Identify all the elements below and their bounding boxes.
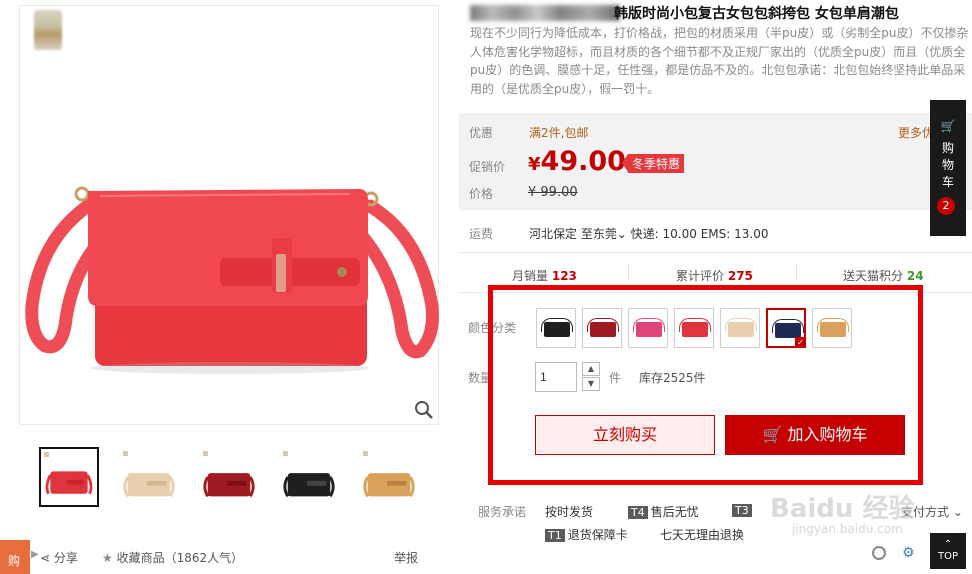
color-swatch-black[interactable]: [536, 308, 576, 348]
service-t3[interactable]: T3: [732, 503, 755, 517]
cart-icon: 🛒: [762, 425, 783, 444]
service-return-card[interactable]: T1 退货保障卡: [545, 526, 628, 543]
cart-count-badge: 2: [937, 197, 955, 215]
total-reviews[interactable]: 累计评价 275: [676, 267, 753, 284]
color-swatch-beige[interactable]: [720, 308, 760, 348]
color-swatch-wine[interactable]: [582, 308, 622, 348]
up-arrow-icon: ⌃: [943, 539, 953, 550]
total-reviews-label: 累计评价: [676, 269, 725, 283]
aftersales-label: 售后无忧: [650, 505, 699, 519]
return-card-label: 退货保障卡: [567, 528, 628, 542]
divider: [628, 264, 629, 280]
share-icon: ⋖: [40, 551, 51, 565]
promo-value[interactable]: 满2件,包邮: [529, 124, 588, 141]
price-value: 49.00: [540, 146, 626, 177]
cart-icon: 🛒: [940, 119, 956, 133]
expand-arrow-icon[interactable]: ▶: [31, 549, 39, 560]
color-swatch-navy-selected[interactable]: ✓: [766, 308, 806, 348]
shipping-label: 运费: [469, 227, 494, 241]
quantity-unit: 件: [609, 371, 622, 385]
currency-symbol: ¥: [528, 154, 541, 175]
watermark: Baidu 经验: [770, 494, 915, 524]
color-swatch-rose[interactable]: [628, 308, 668, 348]
mini-cart-tab[interactable]: 购: [0, 540, 30, 574]
quantity-input[interactable]: [535, 362, 577, 392]
quantity-increase-button[interactable]: ▲: [582, 362, 600, 376]
thumbnail-2[interactable]: [119, 447, 179, 507]
quantity-label: 数量: [468, 371, 493, 385]
t3-badge: T3: [732, 504, 752, 517]
more-promo-link[interactable]: 更多优: [898, 124, 934, 141]
favorite-label: 收藏商品（1862人气）: [116, 551, 244, 565]
color-label: 颜色分类: [468, 321, 517, 335]
original-price: ¥ 99.00: [528, 185, 578, 200]
side-cart-text-2: 物: [941, 158, 954, 172]
t4-badge: T4: [628, 506, 648, 519]
favorite-link[interactable]: ★ 收藏商品（1862人气）: [102, 549, 243, 566]
share-link[interactable]: ⋖ 分享: [40, 549, 78, 566]
tmall-points: 送天猫积分 24: [843, 267, 924, 284]
divider: [459, 252, 972, 253]
color-swatch-red[interactable]: [674, 308, 714, 348]
side-cart-text-3: 车: [941, 175, 954, 189]
title-redacted: [470, 5, 620, 21]
star-icon: ★: [102, 551, 113, 565]
thumbnail-5[interactable]: [359, 447, 419, 507]
feedback-icon[interactable]: [872, 546, 886, 560]
service-on-time[interactable]: 按时发货: [545, 503, 593, 520]
zoom-icon[interactable]: [414, 400, 434, 420]
total-reviews-value: 275: [727, 269, 753, 283]
add-to-cart-label: 加入购物车: [787, 425, 868, 444]
product-title: 韩版时尚小包复古女包包斜挎包 女包单肩潮包: [614, 6, 899, 22]
divider: [459, 292, 972, 293]
original-price-label: 价格: [469, 187, 494, 201]
tmall-points-label: 送天猫积分: [843, 269, 904, 283]
price-label: 促销价: [469, 160, 506, 174]
report-link[interactable]: 举报: [394, 549, 418, 566]
side-cart[interactable]: 🛒 购 物 车: [930, 100, 966, 236]
service-7day-return[interactable]: 七天无理由退换: [660, 526, 744, 543]
tmall-points-value: 24: [906, 269, 924, 283]
quantity-decrease-button[interactable]: ▼: [582, 377, 600, 391]
promo-price: ¥49.00: [528, 146, 626, 177]
thumbnail-1[interactable]: [39, 447, 99, 507]
mini-cart-label: 购: [8, 554, 21, 568]
product-description: 现在不少同行为降低成本，打价格战，把包的材质采用（半pu皮）或（劣制全pu皮）不…: [470, 26, 969, 96]
watermark-url: jingyan.baidu.com: [792, 522, 903, 536]
t1-badge: T1: [545, 529, 565, 542]
add-to-cart-button[interactable]: 🛒 加入购物车: [725, 415, 905, 455]
settings-icon[interactable]: ⚙: [902, 545, 915, 561]
monthly-sales: 月销量 123: [512, 267, 577, 284]
share-label: 分享: [53, 551, 78, 565]
buy-now-button[interactable]: 立刻购买: [535, 415, 715, 455]
back-to-top-button[interactable]: ⌃ TOP: [930, 533, 966, 569]
main-product-image[interactable]: [19, 5, 439, 425]
color-swatch-camel[interactable]: [812, 308, 852, 348]
promo-label: 优惠: [469, 126, 494, 140]
divider: [796, 264, 797, 280]
shipping-info[interactable]: 河北保定 至东莞⌄ 快递: 10.00 EMS: 13.00: [529, 225, 768, 242]
selected-check-icon: ✓: [795, 337, 806, 348]
service-label: 服务承诺: [478, 505, 527, 519]
thumbnail-4[interactable]: [279, 447, 339, 507]
shop-logo: [34, 10, 62, 50]
thumbnail-3[interactable]: [199, 447, 259, 507]
price-tag-badge: 冬季特惠: [621, 154, 685, 173]
handbag-image: [25, 186, 439, 374]
service-aftersales[interactable]: T4 售后无忧: [628, 503, 699, 520]
side-cart-text-1: 购: [941, 141, 954, 155]
monthly-sales-value: 123: [551, 269, 577, 283]
stock-count: 库存2525件: [639, 371, 706, 385]
top-label: TOP: [937, 551, 958, 562]
monthly-sales-label: 月销量: [512, 269, 549, 283]
